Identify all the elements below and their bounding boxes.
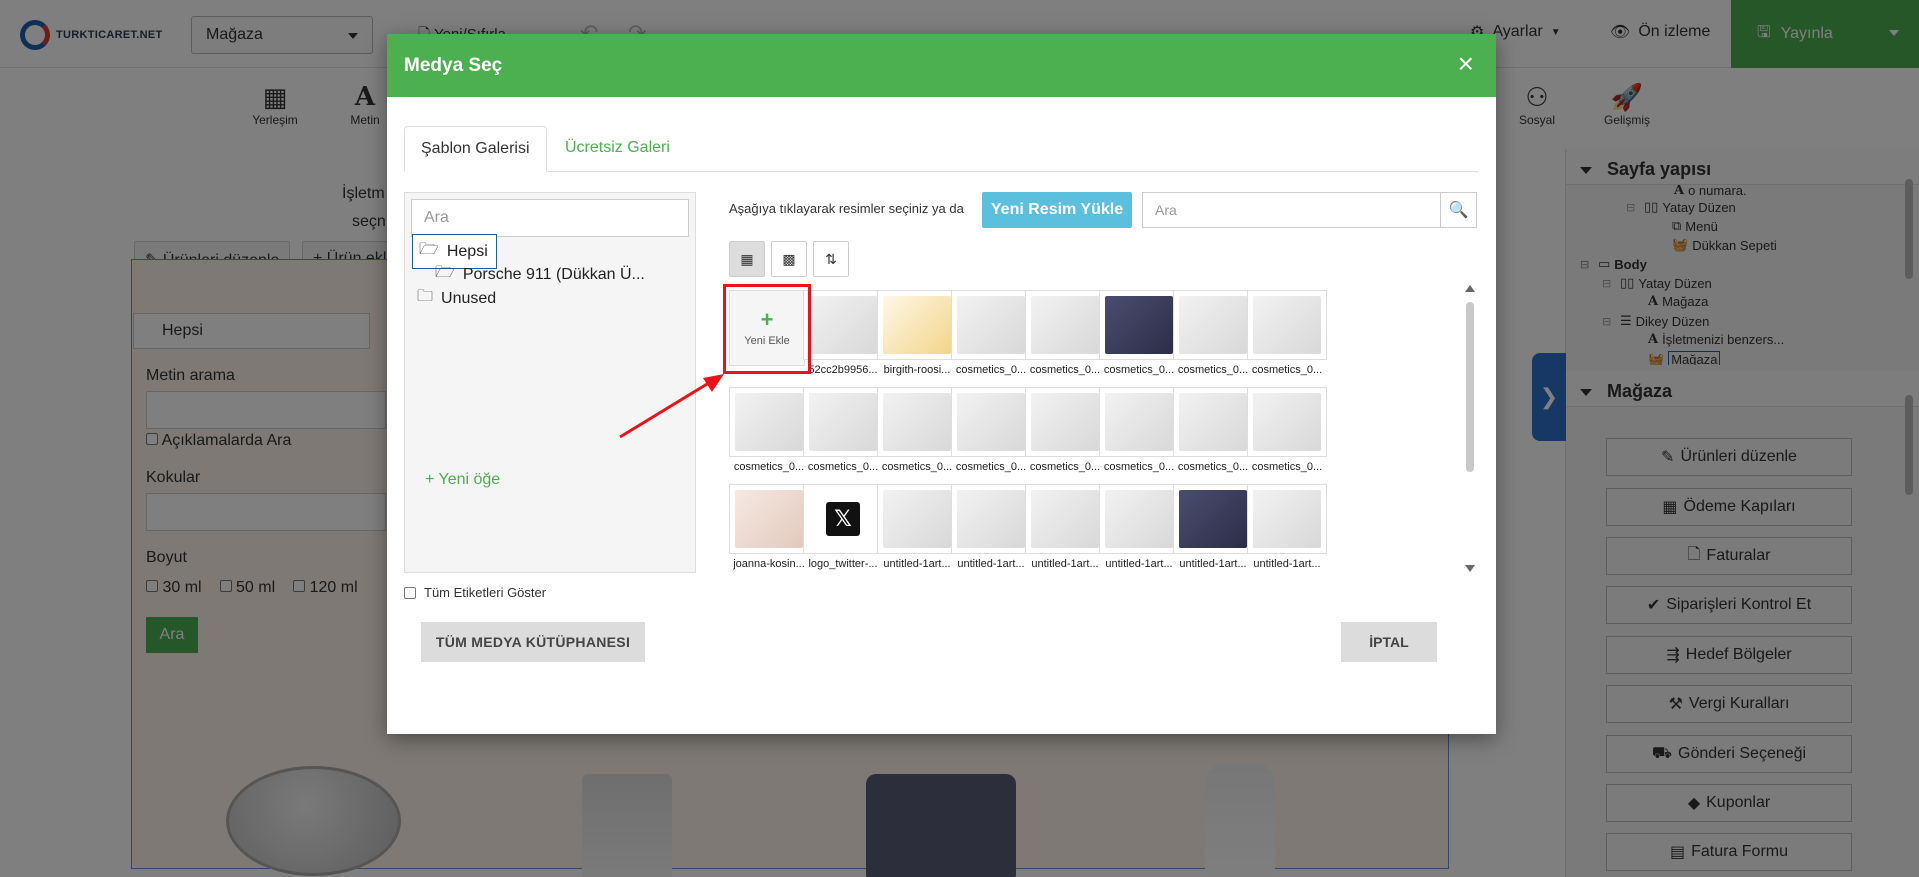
annotation-arrow	[619, 374, 724, 439]
